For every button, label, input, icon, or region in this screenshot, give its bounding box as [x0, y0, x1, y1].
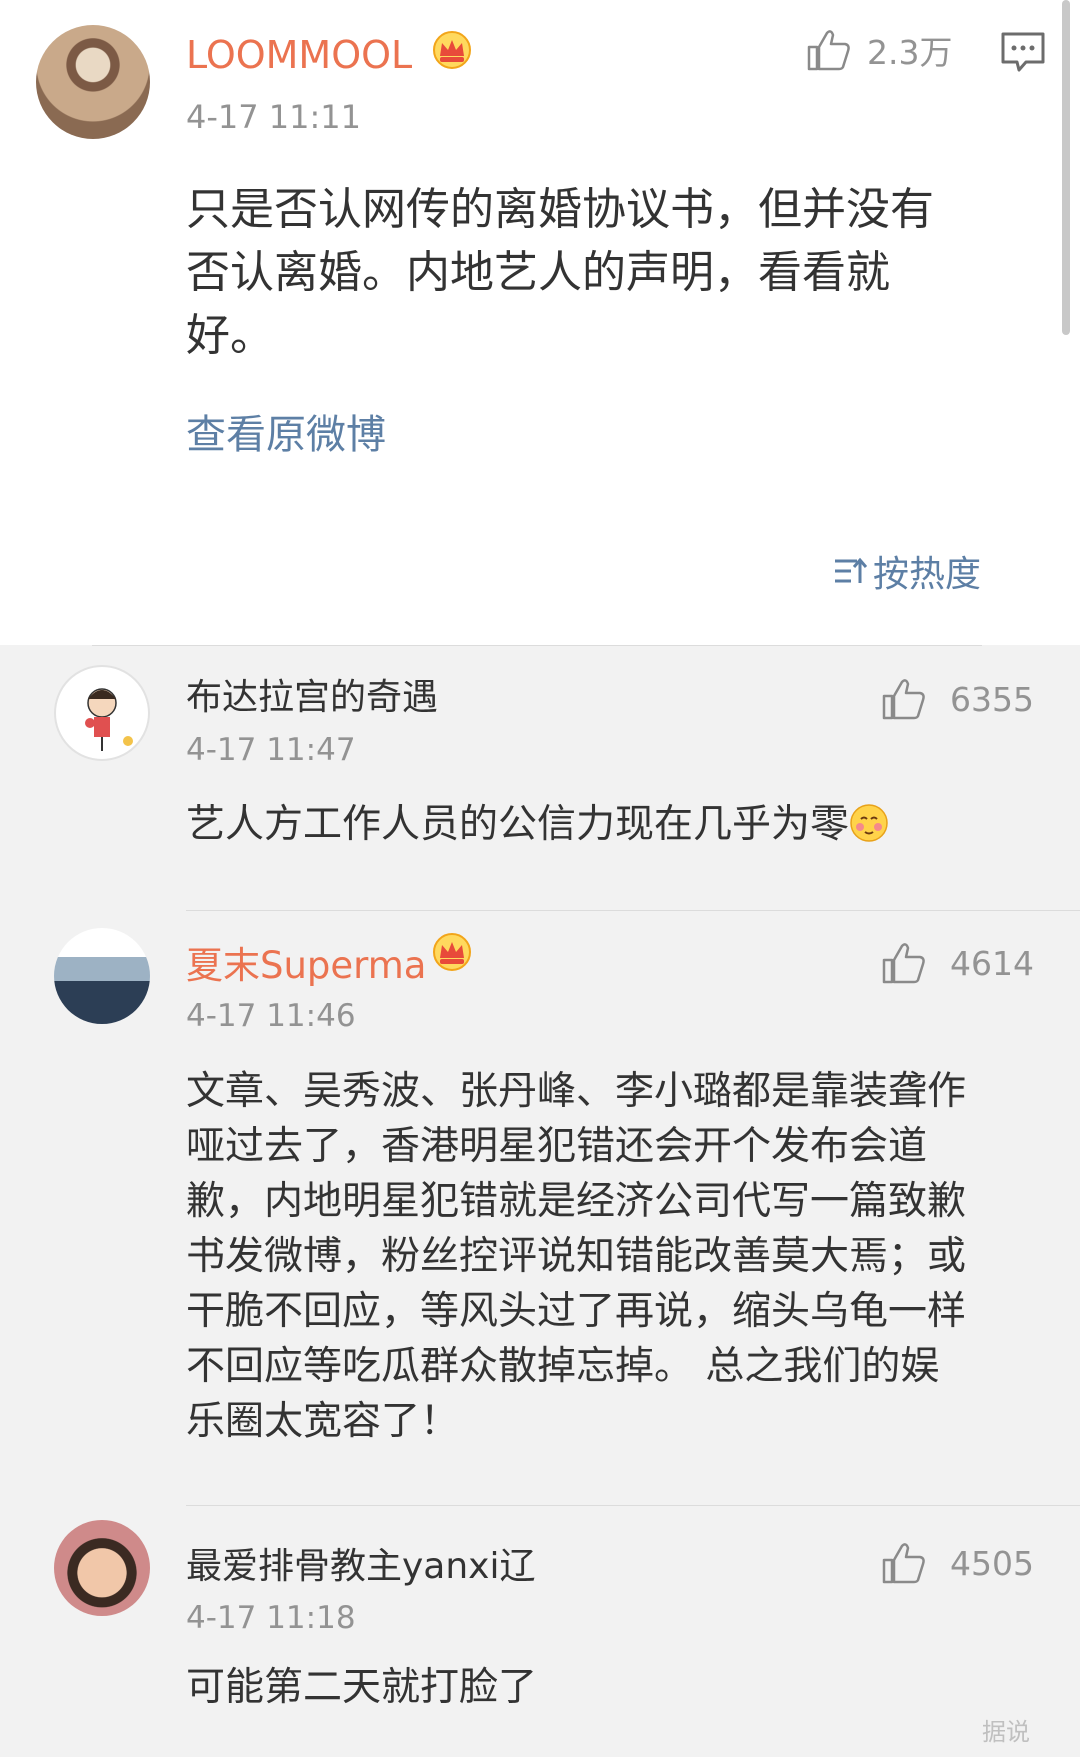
comment-like-count: 4614	[950, 943, 1034, 983]
main-post-avatar[interactable]	[36, 25, 150, 139]
comment-text-line: 歉，内地明星犯错就是经济公司代写一篇致歉	[186, 1179, 967, 1224]
sort-label: 按热度	[873, 554, 982, 595]
commenter-username[interactable]: 布达拉宫的奇遇	[186, 668, 438, 720]
commenter-username[interactable]: 夏末Superma	[186, 935, 426, 989]
comment-text: 文章、吴秀波、张丹峰、李小璐都是靠装聋作 哑过去了，香港明星犯错还会开个发布会道…	[186, 1064, 1026, 1449]
comment-text: 艺人方工作人员的公信力现在几乎为零	[186, 797, 1026, 852]
comment-like-button[interactable]: 4614	[880, 940, 1034, 986]
comment-like-button[interactable]: 4505	[880, 1540, 1034, 1586]
comment-text: 可能第二天就打脸了	[186, 1665, 538, 1710]
main-post-username[interactable]: LOOMMOOL	[186, 33, 412, 77]
main-post-text-line: 只是否认网传的离婚协议书，但并没有	[186, 184, 934, 235]
main-post-text-line: 否认离婚。内地艺人的声明，看看就	[186, 247, 890, 298]
commenter-avatar[interactable]	[54, 928, 150, 1024]
main-post-like-button[interactable]: 2.3万	[805, 26, 952, 74]
comment-like-count: 4505	[950, 1543, 1034, 1583]
commenter-username[interactable]: 最爱排骨教主yanxi辽	[186, 1537, 536, 1589]
comment-time: 4-17 11:18	[186, 1600, 356, 1636]
sort-icon	[835, 557, 867, 583]
divider	[92, 645, 982, 646]
thumbs-up-icon	[882, 1543, 925, 1584]
view-original-link[interactable]: 查看原微博	[186, 402, 386, 460]
comment-text-line: 乐圈太宽容了！	[186, 1399, 460, 1444]
thumbs-up-icon	[882, 679, 925, 720]
commenter-avatar[interactable]	[54, 665, 150, 761]
scrollbar[interactable]	[1062, 0, 1070, 335]
comment-text-line: 文章、吴秀波、张丹峰、李小璐都是靠装聋作	[186, 1069, 967, 1114]
main-post-text-line: 好。	[186, 310, 274, 361]
comment-text-line: 干脆不回应，等风头过了再说，缩头乌龟一样	[186, 1289, 967, 1334]
blushing-emoji-icon	[850, 804, 888, 842]
watermark: 据说	[982, 1718, 1030, 1746]
comment-text-line: 哑过去了，香港明星犯错还会开个发布会道	[186, 1124, 928, 1169]
comment-like-count: 6355	[950, 679, 1034, 719]
divider	[186, 1505, 1080, 1506]
sort-by-hot-button[interactable]: 按热度	[833, 545, 981, 597]
divider	[186, 910, 1080, 911]
main-post-like-count: 2.3万	[867, 33, 953, 72]
cartoon-avatar-icon	[85, 688, 133, 751]
thumbs-up-icon	[807, 30, 850, 71]
main-post: LOOMMOOL 4-17 11:11 2.3万 只是否认网传的离婚协议书，但并…	[0, 0, 1080, 645]
comment-like-button[interactable]: 6355	[880, 676, 1034, 722]
main-post-text: 只是否认网传的离婚协议书，但并没有 否认离婚。内地艺人的声明，看看就 好。	[186, 178, 1016, 367]
comment-text-line: 书发微博，粉丝控评说知错能改善莫大焉；或	[186, 1234, 967, 1279]
comment-text-content: 艺人方工作人员的公信力现在几乎为零	[186, 802, 850, 847]
comment-time: 4-17 11:47	[186, 732, 356, 768]
comment-text-line: 不回应等吃瓜群众散掉忘掉。 总之我们的娱	[186, 1344, 940, 1389]
main-post-time: 4-17 11:11	[186, 98, 362, 136]
thumbs-up-icon	[882, 943, 925, 984]
comment-icon[interactable]	[1000, 31, 1046, 73]
vip-crown-icon	[433, 31, 471, 69]
vip-crown-icon	[433, 933, 471, 971]
commenter-avatar[interactable]	[54, 1520, 150, 1616]
comment-time: 4-17 11:46	[186, 998, 356, 1034]
